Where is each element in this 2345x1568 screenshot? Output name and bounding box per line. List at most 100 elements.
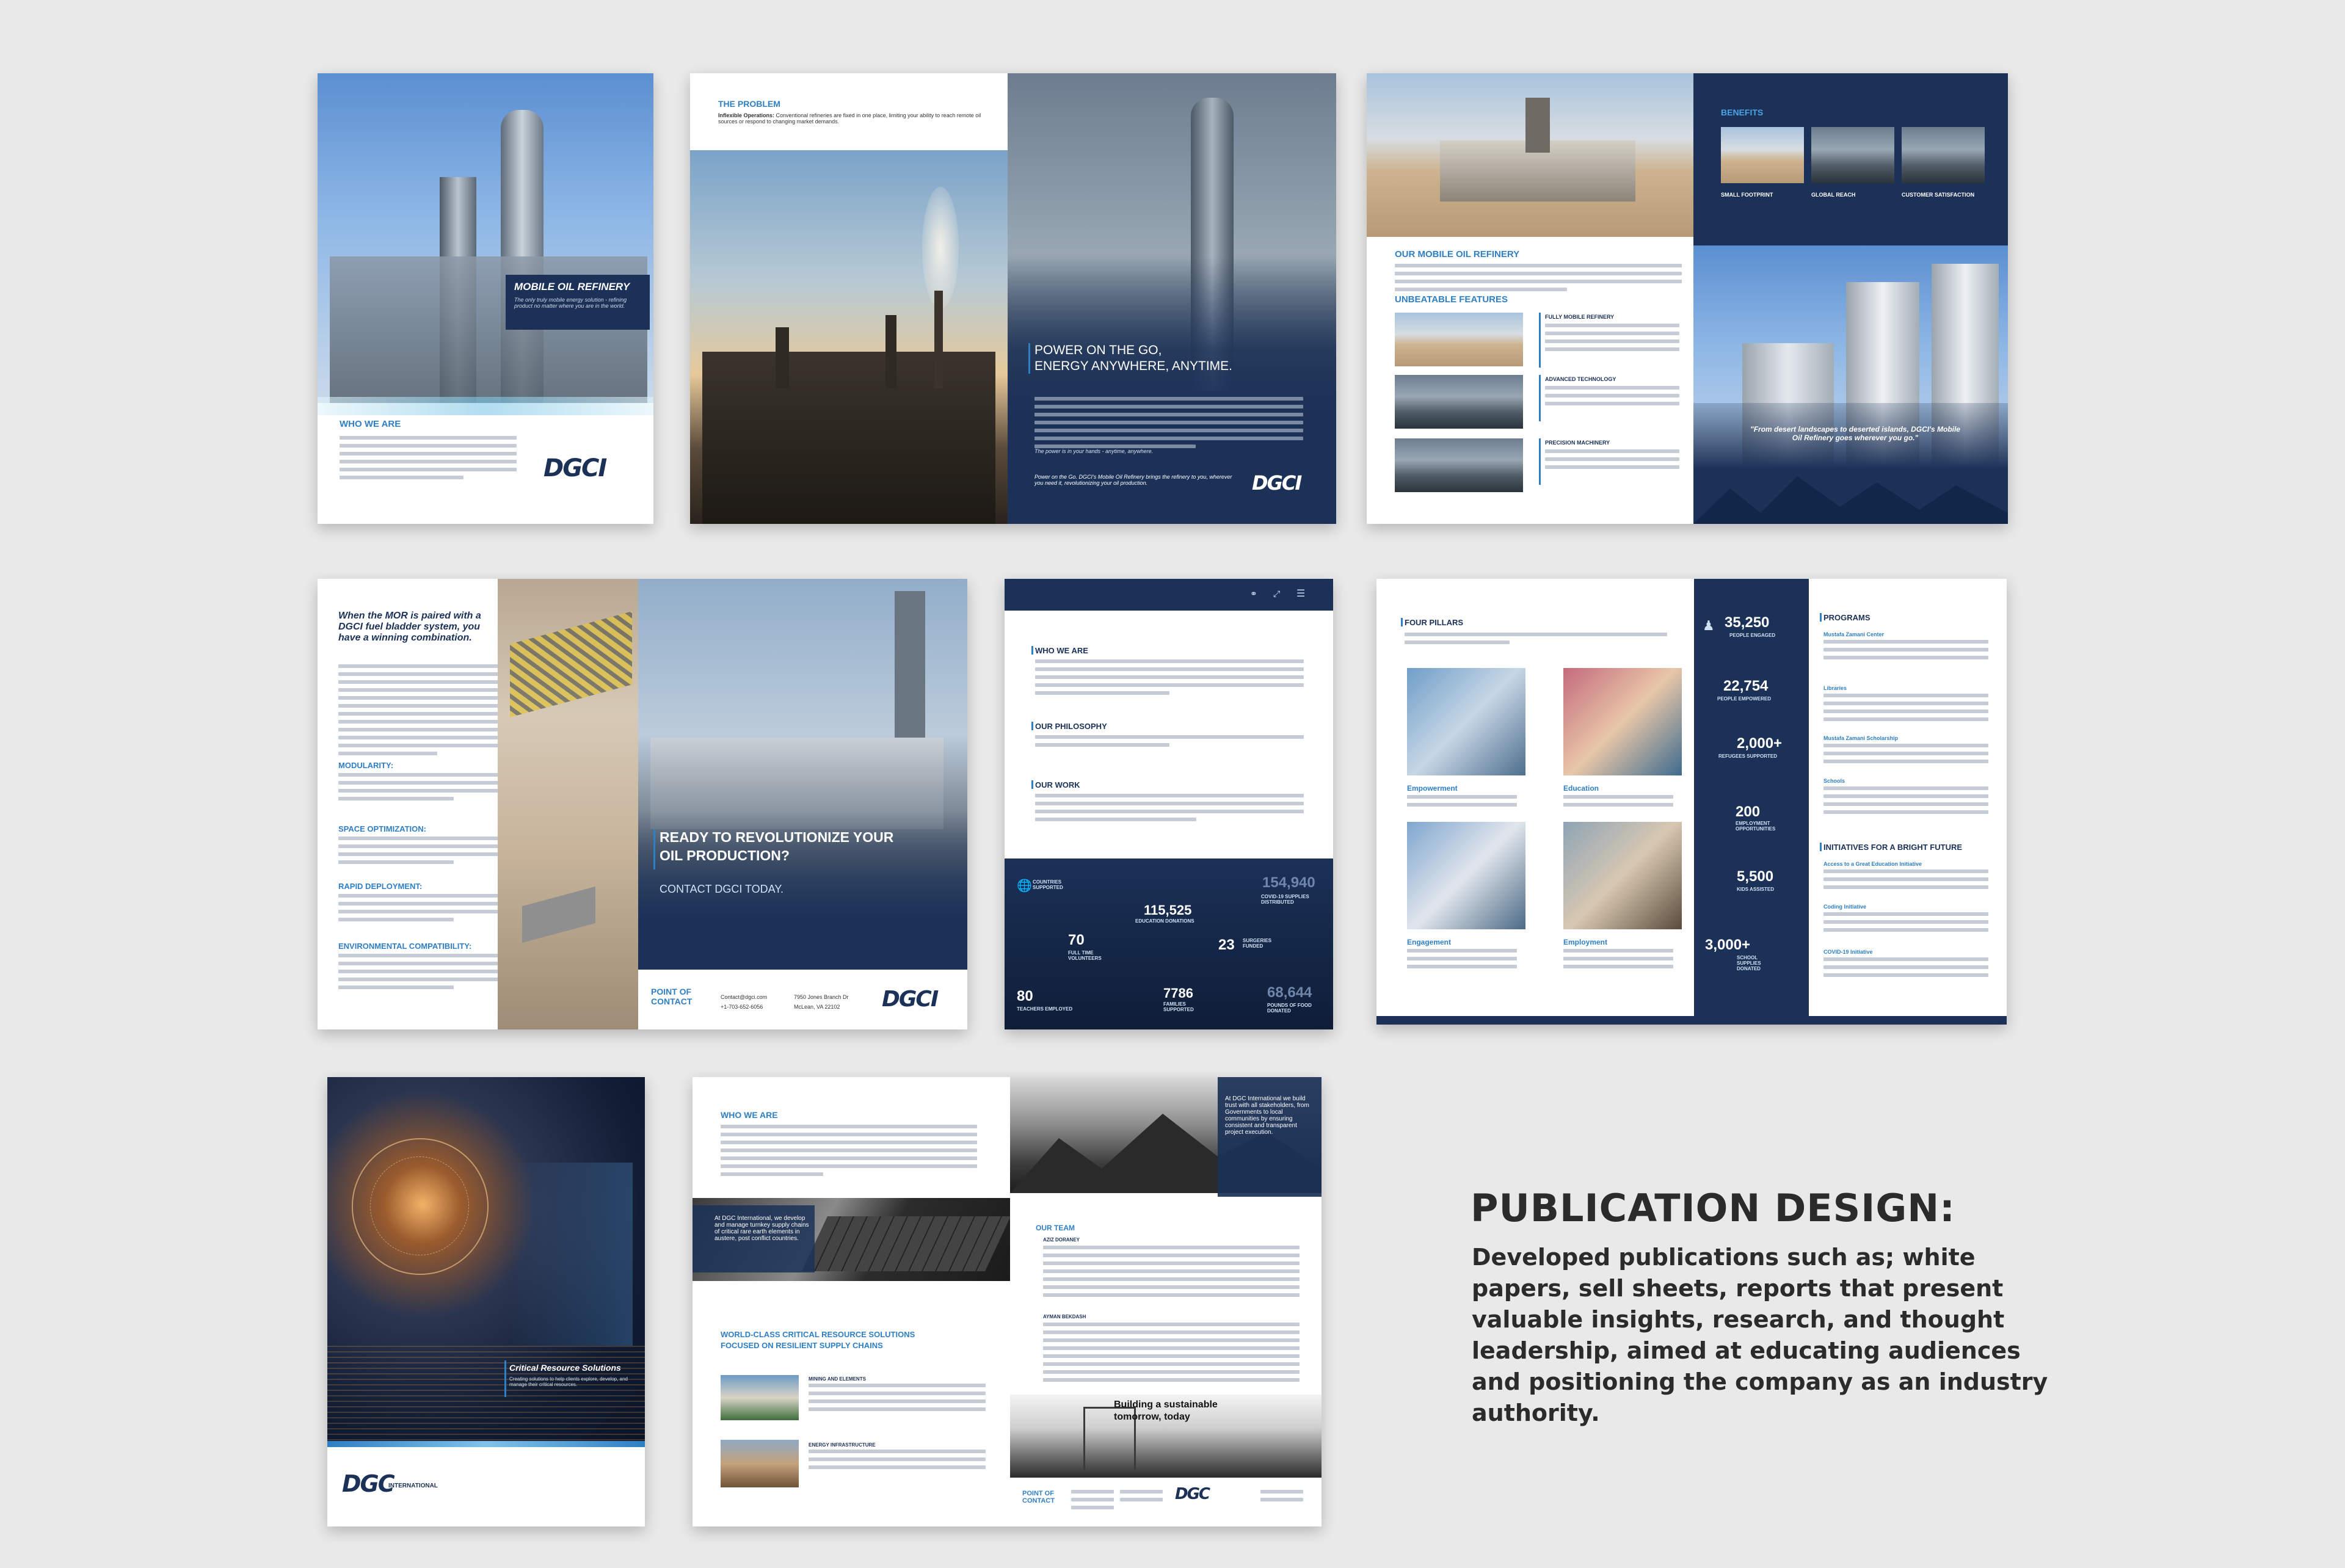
- brochure-mobile-oil-refinery-cover: MOBILE OIL REFINERY The only truly mobil…: [318, 73, 653, 524]
- pillar-empowerment: Empowerment: [1407, 784, 1458, 793]
- section-rapid: RAPID DEPLOYMENT:: [338, 882, 423, 891]
- initiative-3: COVID-19 Initiative: [1823, 949, 1873, 955]
- benefit-photo-2: [1811, 127, 1894, 183]
- program-3: Mustafa Zamani Scholarship: [1823, 735, 1899, 741]
- expand-icon[interactable]: ⤢: [1273, 589, 1280, 599]
- headline-line-2: ENERGY ANYWHERE, ANYTIME.: [1034, 359, 1233, 373]
- section-heading: OUR MOBILE OIL REFINERY: [1395, 249, 1520, 260]
- solutions-line-2: FOCUSED ON RESILIENT SUPPLY CHAINS: [721, 1341, 883, 1350]
- body-text: [340, 436, 517, 484]
- closing-text: Power on the Go. DGCI's Mobile Oil Refin…: [1034, 474, 1232, 486]
- stat-surgeries-num: 23: [1218, 937, 1235, 953]
- item-mining: MINING AND ELEMENTS: [809, 1376, 866, 1382]
- employment-photo: [1563, 822, 1682, 929]
- share-icon[interactable]: ⚭: [1250, 589, 1257, 599]
- empowerment-photo: [1407, 668, 1525, 775]
- stat-employment-num: 200: [1736, 804, 1761, 820]
- stat-families-label: FAMILIES SUPPORTED: [1163, 1001, 1194, 1012]
- education-photo: [1563, 668, 1682, 775]
- caption-title: PUBLICATION DESIGN:: [1471, 1186, 1955, 1230]
- initiative-2: Coding Initiative: [1823, 904, 1867, 910]
- stat-volunteers-num: 70: [1068, 932, 1085, 948]
- pillar-employment: Employment: [1563, 938, 1608, 946]
- feature-title-1: FULLY MOBILE REFINERY: [1545, 314, 1615, 320]
- stat-volunteers-label: FULL TIME VOLUNTEERS: [1068, 950, 1102, 961]
- pillar-education: Education: [1563, 784, 1599, 793]
- cta-line-3: CONTACT DGCI TODAY.: [660, 883, 784, 895]
- stat-refugees-num: 2,000+: [1737, 735, 1783, 752]
- menu-icon[interactable]: ☰: [1296, 587, 1305, 600]
- member-2: AYMAN BEKDASH: [1043, 1314, 1086, 1319]
- contact-address-1: 7950 Jones Branch Dr: [794, 994, 849, 1000]
- stat-food-num: 68,644: [1267, 984, 1312, 1001]
- hero-title: MOBILE OIL REFINERY: [514, 281, 630, 292]
- cover-title: Critical Resource Solutions: [509, 1363, 621, 1373]
- feature-title-3: PRECISION MACHINERY: [1545, 440, 1610, 446]
- hero-subtitle: The only truly mobile energy solution - …: [514, 297, 627, 309]
- people-icon: ♟: [1703, 618, 1715, 633]
- stat-engaged-num: 35,250: [1725, 614, 1770, 631]
- quote-right: At DGC International we build trust with…: [1225, 1095, 1309, 1136]
- brochure-fuel-bladder-cta: When the MOR is paired with a DGCI fuel …: [318, 579, 967, 1029]
- stat-kids-label: KIDS ASSISTED: [1737, 887, 1775, 892]
- stat-engaged-label: PEOPLE ENGAGED: [1729, 633, 1776, 638]
- who-heading: WHO WE ARE: [721, 1110, 778, 1120]
- dgc-logo-suffix: INTERNATIONAL: [388, 1483, 438, 1489]
- dgci-logo: DGCI: [1252, 471, 1302, 495]
- section-heading: WHO WE ARE: [340, 419, 401, 429]
- brochure-four-pillars: FOUR PILLARS Empowerment Education Engag…: [1376, 579, 2007, 1025]
- problem-label: THE PROBLEM: [718, 99, 780, 109]
- benefits-title: BENEFITS: [1721, 107, 1764, 117]
- stat-covid-label: COVID-19 SUPPLIES DISTRIBUTED: [1261, 894, 1309, 905]
- engagement-photo: [1407, 822, 1525, 929]
- feature-photo-1: [1395, 313, 1523, 366]
- brochure-foundation-stats: ⚭ ⤢ ☰ WHO WE ARE OUR PHILOSOPHY OUR WORK…: [1005, 579, 1333, 1029]
- tagline: The power is in your hands - anytime, an…: [1034, 448, 1154, 454]
- refinery-site-photo: [1367, 73, 1693, 237]
- point-of-contact: POINT OF CONTACT: [651, 987, 693, 1006]
- benefit-title-2: GLOBAL REACH: [1811, 192, 1856, 198]
- features-title: UNBEATABLE FEATURES: [1395, 294, 1508, 305]
- contact-email[interactable]: Contact@dgci.com: [721, 994, 767, 1000]
- brochure-features-benefits-spread: OUR MOBILE OIL REFINERY UNBEATABLE FEATU…: [1367, 73, 2008, 524]
- mountain-silhouette: [1693, 476, 2008, 524]
- program-1: Mustafa Zamani Center: [1823, 631, 1885, 637]
- benefit-title-1: SMALL FOOTPRINT: [1721, 192, 1773, 198]
- stat-surgeries-label: SURGERIES FUNDED: [1243, 938, 1272, 949]
- stat-empowered-label: PEOPLE EMPOWERED: [1717, 696, 1772, 702]
- problem-lead: Inflexible Operations:: [718, 112, 775, 118]
- body-text: [1034, 397, 1303, 452]
- benefit-photo-1: [1721, 127, 1804, 183]
- feature-title-2: ADVANCED TECHNOLOGY: [1545, 376, 1616, 382]
- dgc-logo: DGC: [1175, 1485, 1210, 1503]
- section-modularity: MODULARITY:: [338, 761, 394, 770]
- headline: When the MOR is paired with a DGCI fuel …: [338, 611, 481, 643]
- section-philosophy: OUR PHILOSOPHY: [1035, 722, 1107, 731]
- contact-address-2: McLean, VA 22102: [794, 1004, 840, 1010]
- dgc-logo: DGC: [342, 1470, 395, 1497]
- caption-body: Developed publications such as; white pa…: [1472, 1244, 2048, 1426]
- building-line-2: tomorrow, today: [1114, 1412, 1190, 1422]
- stat-kids-num: 5,500: [1737, 868, 1774, 885]
- stat-education-label: EDUCATION DONATIONS: [1135, 918, 1194, 924]
- stat-education-num: 115,525: [1144, 902, 1192, 918]
- brochure-critical-resources-cover: Critical Resource Solutions Creating sol…: [327, 1077, 645, 1526]
- stat-empowered-num: 22,754: [1723, 678, 1769, 694]
- stat-covid-num: 154,940: [1262, 874, 1315, 891]
- headline-line-1: POWER ON THE GO,: [1034, 343, 1162, 357]
- refinery-towers-photo: [1008, 73, 1336, 524]
- hero-caption-box: MOBILE OIL REFINERY The only truly mobil…: [506, 275, 650, 330]
- stat-refugees-label: REFUGEES SUPPORTED: [1718, 753, 1778, 759]
- stat-supplies-num: 3,000+: [1705, 937, 1751, 953]
- section-our-work: OUR WORK: [1035, 780, 1080, 789]
- quote: "From desert landscapes to deserted isla…: [1750, 425, 1960, 442]
- feature-photo-2: [1395, 375, 1523, 429]
- benefit-photo-3: [1902, 127, 1985, 183]
- benefit-title-3: CUSTOMER SATISFACTION: [1902, 192, 1975, 198]
- section-who-we-are: WHO WE ARE: [1035, 646, 1088, 655]
- cover-subtitle: Creating solutions to help clients explo…: [509, 1376, 628, 1387]
- pillars-title: FOUR PILLARS: [1405, 618, 1464, 627]
- contact-phone[interactable]: +1-703-652-6056: [721, 1004, 763, 1010]
- feature-photo-3: [1395, 438, 1523, 492]
- cta-line-2: OIL PRODUCTION?: [660, 848, 790, 863]
